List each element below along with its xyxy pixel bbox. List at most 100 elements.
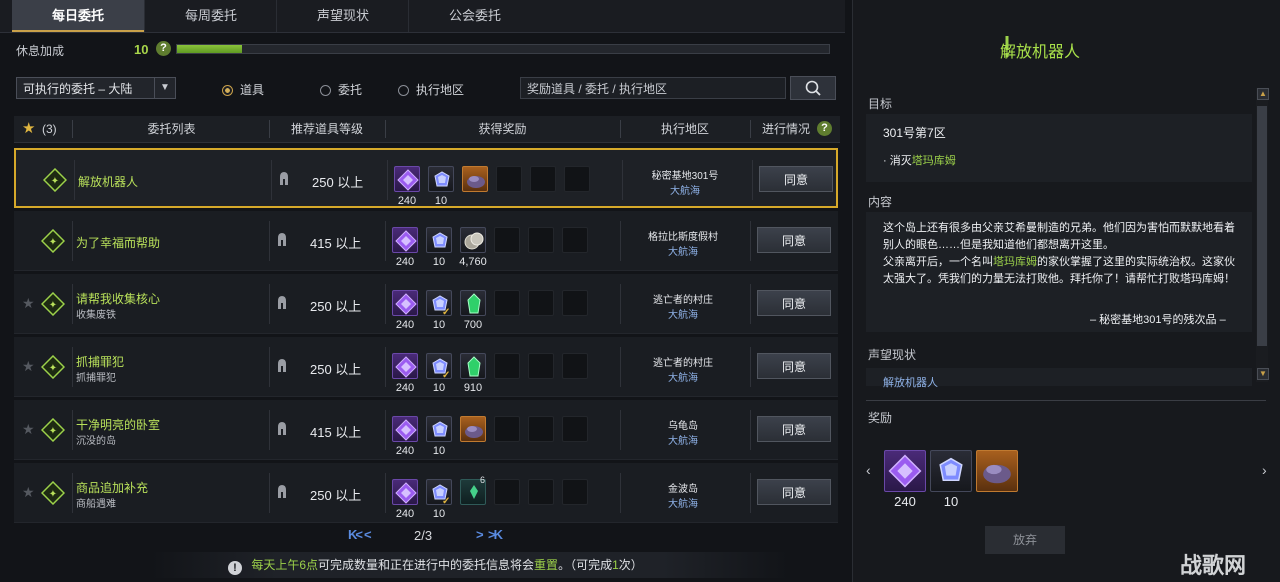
favorite-star-icon[interactable]: ★ bbox=[22, 116, 35, 142]
last-page-button[interactable]: >K bbox=[488, 527, 503, 542]
reward-slot-empty bbox=[562, 353, 588, 379]
notice-text-2: 。（可完成 bbox=[558, 558, 613, 572]
radio-region[interactable]: 执行地区 bbox=[398, 81, 464, 98]
reward-slot[interactable] bbox=[460, 353, 486, 379]
table-row[interactable]: ★ ✦ 商品追加补充 商船遇难 250 以上 240 ✓ 10 6 金波岛 大航海 同意 bbox=[14, 463, 838, 523]
tab-weekly[interactable]: 每周委托 bbox=[144, 0, 277, 32]
reward-slot[interactable] bbox=[426, 416, 452, 442]
table-row[interactable]: ★ ✦ 抓捕罪犯 抓捕罪犯 250 以上 240 ✓ 10 910 逃亡者的村庄 大航海 同意 bbox=[14, 337, 838, 397]
reputation-value: 解放机器人 bbox=[883, 377, 938, 389]
quest-title: 商品追加补充 bbox=[76, 481, 149, 495]
table-row[interactable]: ★ ✦ 请帮我收集核心 收集废铁 250 以上 240 ✓ 10 700 逃亡者的村庄 大航海 同意 bbox=[14, 274, 838, 334]
search-button[interactable] bbox=[790, 76, 836, 100]
reward-slot[interactable] bbox=[426, 227, 452, 253]
reward-next-icon[interactable]: › bbox=[1262, 462, 1267, 478]
radio-quest-label: 委托 bbox=[338, 83, 363, 97]
chevron-down-icon[interactable]: ▼ bbox=[154, 78, 175, 98]
goal-area: 301号第7区 bbox=[883, 126, 946, 140]
scroll-down-icon[interactable]: ▼ bbox=[1257, 368, 1269, 380]
radio-quest[interactable]: 委托 bbox=[320, 81, 362, 98]
detail-reward-slot[interactable] bbox=[884, 450, 926, 492]
radio-item[interactable]: 道具 bbox=[222, 81, 264, 98]
tab-reputation[interactable]: 声望现状 bbox=[276, 0, 409, 32]
accept-button[interactable]: 同意 bbox=[757, 227, 831, 253]
reward-slot[interactable] bbox=[460, 290, 486, 316]
star-icon[interactable]: ★ bbox=[22, 421, 35, 438]
quest-icon: ✦ bbox=[42, 167, 68, 193]
prev-page-button[interactable]: < bbox=[364, 527, 371, 542]
notice-count: 1 bbox=[612, 558, 619, 572]
quest-icon: ✦ bbox=[40, 354, 66, 380]
region-name: 乌龟岛 bbox=[668, 421, 698, 432]
reward-slot[interactable] bbox=[392, 416, 418, 442]
reward-slot-empty bbox=[528, 353, 554, 379]
quest-subtitle: 商船遇难 bbox=[76, 499, 116, 510]
tab-daily[interactable]: 每日委托 bbox=[12, 0, 144, 32]
tab-guild[interactable]: 公会委托 bbox=[408, 0, 541, 32]
scroll-up-icon[interactable]: ▲ bbox=[1257, 88, 1269, 100]
quest-subtitle: 沉没的岛 bbox=[76, 436, 116, 447]
reward-slot[interactable] bbox=[394, 166, 420, 192]
table-header: ★ (3) 委托列表 推荐道具等级 获得奖励 执行地区 进行情况 ? bbox=[14, 116, 840, 143]
radio-dot-icon bbox=[320, 85, 331, 96]
content-text: 这个岛上还有很多由父亲艾希曼制造的兄弟。他们因为害怕而默默地看着别人的眼色……但… bbox=[883, 220, 1235, 288]
detail-scrollbar[interactable] bbox=[1256, 88, 1268, 382]
content-line-1: 这个岛上还有很多由父亲艾希曼制造的兄弟。他们因为害怕而默默地看着别人的眼色……但… bbox=[883, 222, 1235, 251]
helmet-icon bbox=[276, 358, 288, 374]
table-row[interactable]: ✦ 解放机器人 250 以上 240 10 秘密基地301号 大航海 同意 bbox=[14, 148, 838, 208]
first-page-button[interactable]: K< bbox=[348, 527, 363, 542]
detail-reward-slot[interactable] bbox=[930, 450, 972, 492]
quest-title: 请帮我收集核心 bbox=[76, 292, 161, 306]
abandon-button[interactable]: 放弃 bbox=[985, 526, 1065, 554]
reward-slot[interactable] bbox=[462, 166, 488, 192]
star-icon[interactable]: ★ bbox=[22, 484, 35, 501]
detail-title: 解放机器人 bbox=[1000, 44, 1081, 61]
accept-button[interactable]: 同意 bbox=[757, 290, 831, 316]
goal-item-prefix: · 消灭 bbox=[883, 155, 912, 167]
reward-slot-empty bbox=[494, 416, 520, 442]
quest-title: 解放机器人 bbox=[78, 175, 139, 189]
reward-slot[interactable] bbox=[392, 227, 418, 253]
reward-slot[interactable] bbox=[428, 166, 454, 192]
reward-slot[interactable] bbox=[460, 416, 486, 442]
region-name: 逃亡者的村庄 bbox=[653, 295, 713, 306]
recommended-level: 415 以上 bbox=[310, 236, 362, 251]
reward-slot-empty bbox=[528, 479, 554, 505]
svg-text:✦: ✦ bbox=[49, 363, 57, 374]
accept-button[interactable]: 同意 bbox=[759, 166, 833, 192]
accept-button[interactable]: 同意 bbox=[757, 353, 831, 379]
reward-slot[interactable] bbox=[392, 479, 418, 505]
continent-name: 大航海 bbox=[668, 247, 698, 258]
star-icon[interactable]: ★ bbox=[22, 295, 35, 312]
scrollbar-thumb[interactable] bbox=[1257, 106, 1267, 346]
reward-slot-empty bbox=[494, 353, 520, 379]
reward-slot-empty bbox=[562, 416, 588, 442]
continent-name: 大航海 bbox=[668, 310, 698, 321]
rest-help-icon[interactable]: ? bbox=[156, 41, 171, 56]
detail-reward-slot[interactable] bbox=[976, 450, 1018, 492]
accept-button[interactable]: 同意 bbox=[757, 416, 831, 442]
region-select[interactable]: 可执行的委托 – 大陆 ▼ bbox=[16, 77, 176, 99]
next-page-button[interactable]: > bbox=[476, 527, 483, 542]
header-progress: 进行情况 bbox=[762, 122, 811, 136]
reward-slot-empty bbox=[562, 290, 588, 316]
reward-slot[interactable] bbox=[460, 227, 486, 253]
reward-value: 700 bbox=[463, 319, 483, 331]
recommended-level: 250 以上 bbox=[310, 362, 362, 377]
table-row[interactable]: ★ ✦ 干净明亮的卧室 沉没的岛 415 以上 240 10 乌龟岛 大航海 同意 bbox=[14, 400, 838, 460]
recommended-level: 250 以上 bbox=[312, 175, 364, 190]
detail-reward-value: 240 bbox=[894, 494, 916, 509]
radio-item-label: 道具 bbox=[240, 83, 265, 97]
reward-slot[interactable] bbox=[392, 353, 418, 379]
search-input[interactable]: 奖励道具 / 委托 / 执行地区 bbox=[520, 77, 786, 99]
reward-slot-empty bbox=[494, 227, 520, 253]
accept-button[interactable]: 同意 bbox=[757, 479, 831, 505]
reward-slot[interactable] bbox=[392, 290, 418, 316]
reward-prev-icon[interactable]: ‹ bbox=[866, 462, 871, 478]
region-name: 格拉比斯度假村 bbox=[648, 232, 718, 243]
table-row[interactable]: ✦ 为了幸福而帮助 415 以上 240 10 4,760 格拉比斯度假村 大航海 同意 bbox=[14, 211, 838, 271]
reputation-label: 声望现状 bbox=[868, 348, 917, 362]
svg-text:✦: ✦ bbox=[49, 300, 57, 311]
progress-help-icon[interactable]: ? bbox=[817, 121, 832, 136]
star-icon[interactable]: ★ bbox=[22, 358, 35, 375]
